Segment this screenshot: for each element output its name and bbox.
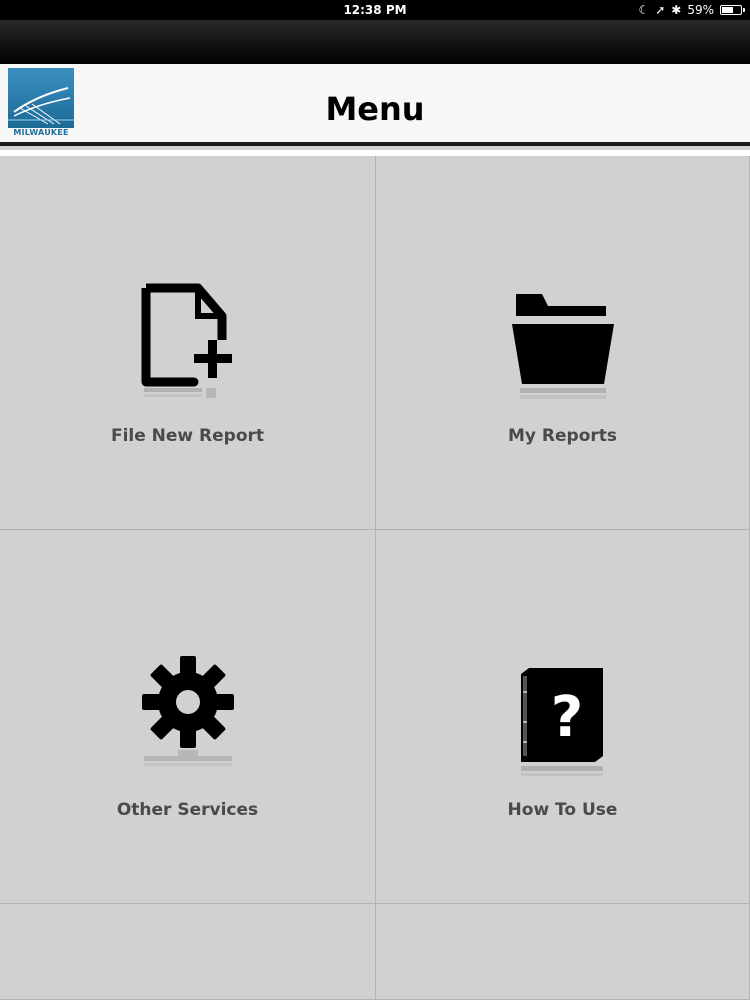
location-arrow-icon: ➚ <box>655 3 666 17</box>
menu-item-label: Other Services <box>116 800 259 820</box>
battery-percent: 59% <box>687 3 714 17</box>
menu-item-label: My Reports <box>507 426 617 446</box>
folder-icon <box>511 294 614 399</box>
file-new-icon <box>141 283 232 398</box>
help-book-icon: ? <box>520 668 603 776</box>
menu-item-label: How To Use <box>507 800 618 820</box>
menu-grid: File New Report My Reports Other Service… <box>0 156 750 1000</box>
menu-item-how-to-use[interactable]: ? How To Use <box>376 530 750 904</box>
gear-icon <box>141 656 234 766</box>
battery-icon <box>720 5 745 15</box>
menu-item-label: File New Report <box>110 426 265 446</box>
menu-item-other-services[interactable]: Other Services <box>0 530 376 904</box>
top-band <box>0 20 750 64</box>
menu-item-file-new-report[interactable]: File New Report <box>0 156 376 530</box>
moon-icon: ☾ <box>638 3 650 17</box>
menu-item-empty <box>376 904 750 1000</box>
svg-text:?: ? <box>550 685 582 750</box>
bluetooth-icon: ✱ <box>671 3 682 17</box>
header-bar: MILWAUKEE Menu <box>0 64 750 146</box>
menu-item-empty <box>0 904 376 1000</box>
status-right: ☾ ➚ ✱ 59% <box>638 0 745 20</box>
status-bar: 12:38 PM ☾ ➚ ✱ 59% <box>0 0 750 20</box>
page-title: Menu <box>325 90 425 128</box>
menu-item-my-reports[interactable]: My Reports <box>376 156 750 530</box>
